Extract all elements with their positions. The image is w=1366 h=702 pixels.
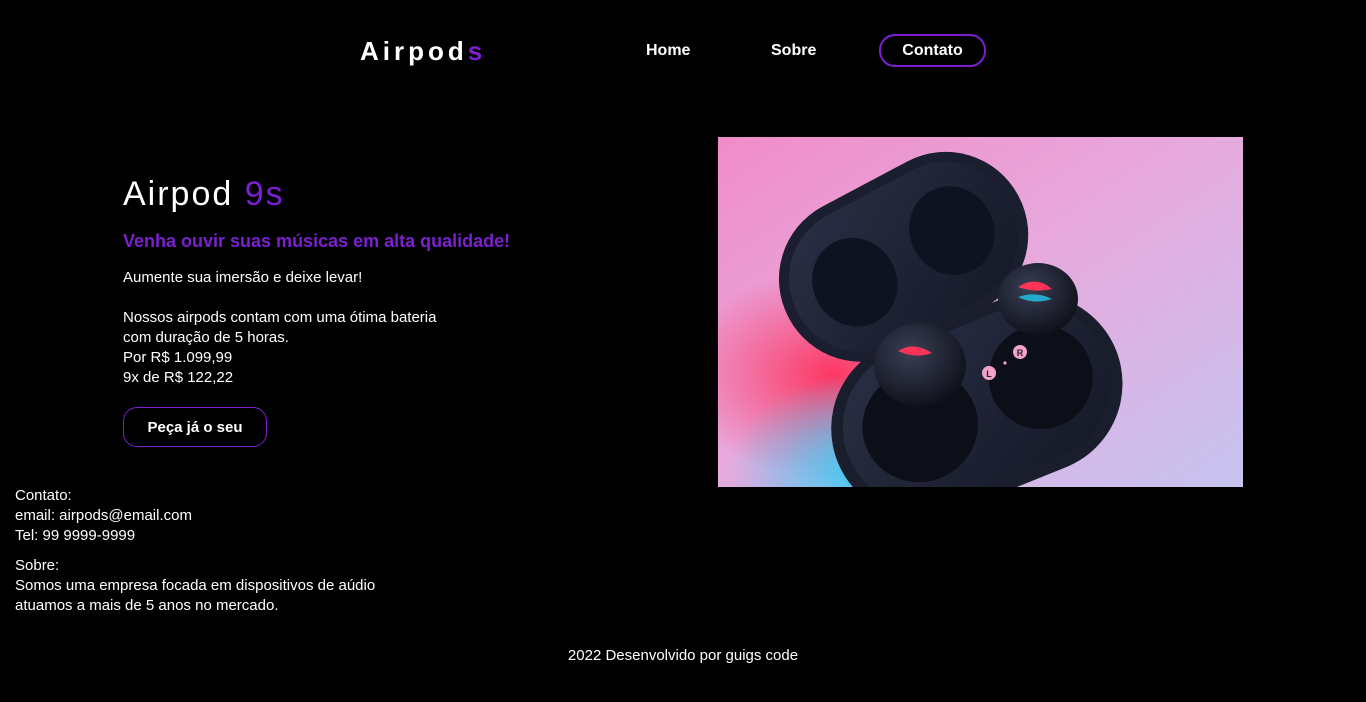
hero-battery-line-2: com duração de 5 horas. <box>123 329 289 346</box>
case-letter-r: R <box>1017 348 1024 358</box>
nav-link-home[interactable]: Home <box>646 34 690 67</box>
contact-heading: Contato: <box>15 487 72 504</box>
hero-subtitle: Venha ouvir suas músicas em alta qualida… <box>123 231 511 251</box>
order-now-button[interactable]: Peça já o seu <box>123 407 267 447</box>
contact-email: email: airpods@email.com <box>15 507 192 524</box>
logo-main: Airpod <box>360 36 468 66</box>
hero-title-main: Airpod <box>123 175 234 213</box>
nav-link-sobre[interactable]: Sobre <box>771 34 816 67</box>
case-letter-l: L <box>986 369 992 379</box>
hero-intro: Aumente sua imersão e deixe levar! <box>123 269 363 286</box>
hero-description: Aumente sua imersão e deixe levar! Nosso… <box>123 268 436 388</box>
nav-link-contato[interactable]: Contato <box>879 34 986 67</box>
site-logo[interactable]: Airpods <box>360 34 486 68</box>
hero-title-accent: 9s <box>244 175 285 213</box>
footer-credits: 2022 Desenvolvido por guigs code <box>567 647 799 664</box>
product-image: L R <box>718 137 1243 487</box>
hero-price: Por R$ 1.099,99 <box>123 349 233 366</box>
about-heading: Sobre: <box>15 557 60 574</box>
logo-accent: s <box>467 36 487 66</box>
hero-installments: 9x de R$ 122,22 <box>123 369 234 386</box>
hero-title: Airpod 9s <box>123 174 285 214</box>
about-line-1: Somos uma empresa focada em dispositivos… <box>15 577 376 594</box>
about-section: Sobre: Somos uma empresa focada em dispo… <box>15 556 375 616</box>
page: Airpods Home Sobre Contato Airpod 9s Ven… <box>0 0 1366 702</box>
hero-battery-line-1: Nossos airpods contam com uma ótima bate… <box>123 309 437 326</box>
about-line-2: atuamos a mais de 5 anos no mercado. <box>15 597 279 614</box>
earbuds-case-illustration: L R <box>718 137 1243 487</box>
contact-section: Contato: email: airpods@email.com Tel: 9… <box>15 486 192 546</box>
contact-phone: Tel: 99 9999-9999 <box>15 527 136 544</box>
